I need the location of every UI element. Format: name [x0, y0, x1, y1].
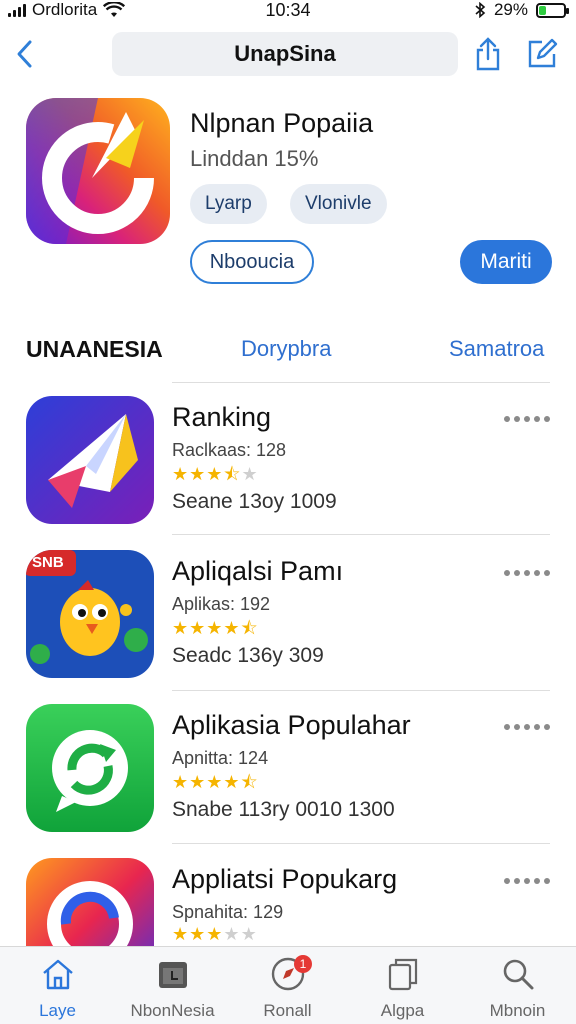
- section-tab-1[interactable]: Dorypbra: [241, 336, 331, 362]
- share-icon: [476, 37, 500, 71]
- app-name: Appliatsi Popukarg: [172, 864, 398, 894]
- tab-label: Laye: [39, 1001, 76, 1020]
- star-icon: ★: [206, 464, 224, 484]
- status-bar: Ordlorita 10:34 29%: [0, 0, 576, 22]
- rating-stars: ★★★★⯪: [172, 616, 259, 646]
- star-icon: ★: [172, 464, 190, 484]
- app-extra-info: Snabe 113ry 0010 1300: [172, 798, 395, 821]
- notification-badge: 1: [294, 955, 312, 973]
- edit-icon: [528, 38, 558, 68]
- rating-stars: ★★★⯪★: [172, 462, 259, 492]
- back-chevron-icon: [17, 40, 32, 68]
- star-icon: ★: [172, 618, 190, 638]
- stack-icon: [388, 958, 417, 991]
- share-button[interactable]: [470, 36, 506, 72]
- icon-badge-label: SNB: [32, 554, 64, 571]
- rating-stars: ★★★★⯪: [172, 770, 259, 800]
- app-meta: Aplikas: 192: [172, 594, 271, 614]
- list-item[interactable]: Ranking Raclkaas: 128 ★★★⯪★ Seane 13oy 1…: [0, 396, 576, 546]
- nav-title: UnapSina: [112, 32, 458, 76]
- edit-button[interactable]: [524, 36, 560, 72]
- tab-search[interactable]: Mbnoin: [460, 955, 575, 1021]
- nav-bar: UnapSina: [0, 32, 576, 78]
- more-options-button[interactable]: [504, 416, 550, 422]
- section-title: UNAANESIA: [26, 336, 163, 362]
- star-icon: ★: [241, 464, 259, 484]
- tab-label: Ronall: [263, 1001, 312, 1020]
- calendar-icon: [158, 962, 187, 988]
- hero-app-icon[interactable]: [26, 98, 170, 244]
- bluetooth-icon: [475, 2, 486, 18]
- section-tab-2[interactable]: Samatroa: [449, 336, 544, 362]
- app-name: Aplikasia Populahar: [172, 710, 411, 740]
- primary-action-button[interactable]: Mariti: [460, 240, 552, 284]
- list-item[interactable]: Aplikasia Populahar Apnitta: 124 ★★★★⯪ S…: [0, 704, 576, 854]
- star-icon: ★: [240, 924, 258, 944]
- star-icon: ⯪: [240, 618, 259, 638]
- tab-label: Mbnoin: [489, 1001, 546, 1020]
- star-icon: ★: [189, 924, 207, 944]
- search-icon: [503, 959, 533, 990]
- app-icon[interactable]: [26, 704, 154, 832]
- app-extra-info: Seane 13oy 1009: [172, 490, 337, 513]
- tab-compass[interactable]: 1 Ronall: [230, 955, 345, 1021]
- app-name: Ranking: [172, 402, 272, 432]
- star-icon: ★: [206, 772, 224, 792]
- secondary-action-button[interactable]: Nbooucia: [190, 240, 314, 284]
- more-options-button[interactable]: [504, 878, 550, 884]
- star-icon: ★: [189, 772, 207, 792]
- app-meta: Spnahita: 129: [172, 902, 284, 922]
- app-meta: Raclkaas: 128: [172, 440, 287, 460]
- divider: [172, 843, 550, 844]
- tab-label: NbonNesia: [130, 1001, 215, 1020]
- star-icon: ★: [189, 618, 207, 638]
- divider: [172, 690, 550, 691]
- battery-icon: [536, 2, 569, 18]
- battery-percent: 29%: [493, 0, 528, 19]
- home-icon: [42, 959, 73, 990]
- status-right: 29%: [474, 0, 569, 20]
- divider: [172, 382, 550, 383]
- battery-level-fill: [539, 5, 546, 15]
- tab-calendar[interactable]: NbonNesia: [115, 955, 230, 1021]
- star-icon: ★: [223, 924, 241, 944]
- rating-stars: ★★★★★: [172, 924, 258, 945]
- tab-stack[interactable]: Algpa: [345, 955, 460, 1021]
- star-icon: ★: [172, 924, 190, 944]
- star-icon: ★: [172, 772, 190, 792]
- tab-label: Algpa: [380, 1001, 425, 1020]
- app-name: Apliqalsi Pamı: [172, 556, 344, 586]
- tag-chip-2[interactable]: Vlonivle: [290, 184, 387, 224]
- app-icon[interactable]: SNB: [26, 550, 154, 678]
- star-icon: ⯪: [223, 464, 242, 484]
- hero-logo-icon: [26, 98, 170, 244]
- tab-bar: Laye NbonNesia 1 Ronall Algpa Mbnoin: [0, 946, 576, 1024]
- chat-refresh-icon: [26, 704, 154, 832]
- tag-chip-1[interactable]: Lyarp: [190, 184, 267, 224]
- more-options-button[interactable]: [504, 724, 550, 730]
- app-extra-info: Seadc 136y 309: [172, 644, 324, 667]
- star-icon: ★: [223, 618, 241, 638]
- star-icon: ★: [189, 464, 207, 484]
- tab-home[interactable]: Laye: [0, 955, 115, 1021]
- list-item[interactable]: SNB Apliqalsi Pamı Aplikas: 192 ★★★★⯪ Se…: [0, 550, 576, 700]
- divider: [172, 534, 550, 535]
- paper-plane-icon: [26, 396, 154, 524]
- hero-subtitle: Linddan 15%: [190, 146, 319, 171]
- star-icon: ★: [206, 618, 224, 638]
- more-options-button[interactable]: [504, 570, 550, 576]
- app-icon[interactable]: [26, 396, 154, 524]
- star-icon: ★: [206, 924, 224, 944]
- back-button[interactable]: [12, 36, 40, 72]
- star-icon: ⯪: [240, 772, 259, 792]
- star-icon: ★: [223, 772, 241, 792]
- app-meta: Apnitta: 124: [172, 748, 269, 768]
- hero-title: Nlpnan Popaiia: [190, 108, 374, 138]
